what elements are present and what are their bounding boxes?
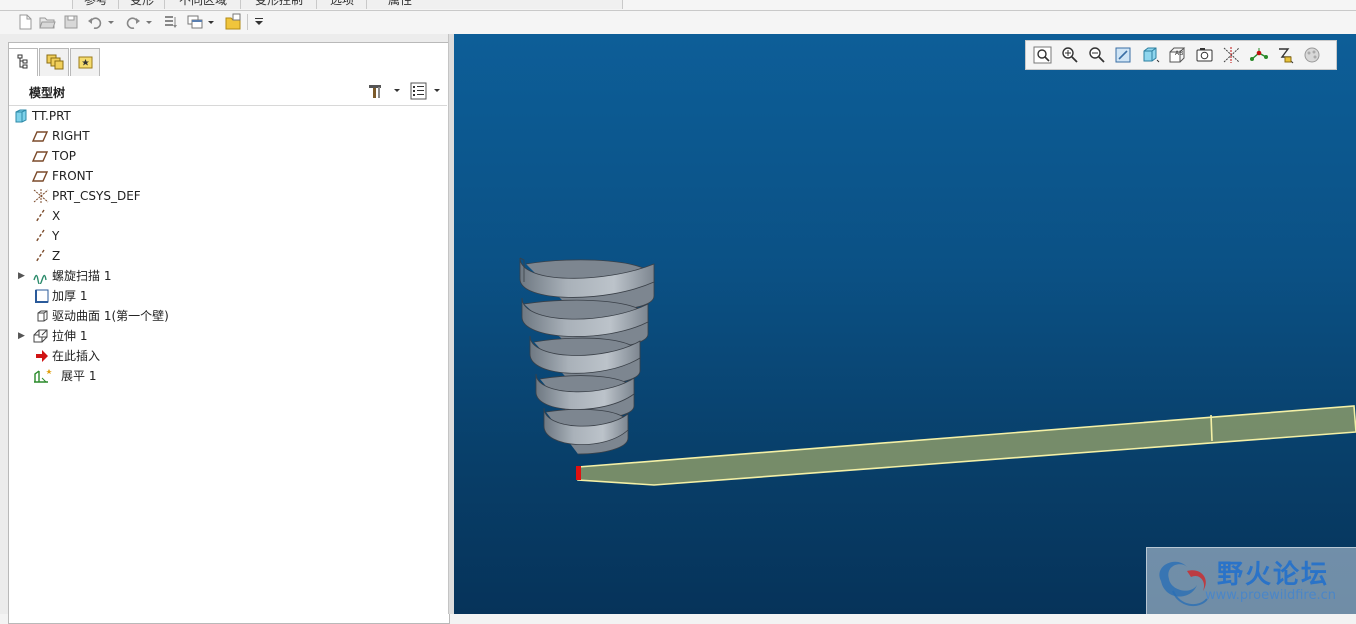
ribbon-tab-strip: 参考 变形 不同区域 变形控制 选项 属性	[0, 0, 1356, 11]
helical-sweep-icon	[32, 268, 48, 286]
favorites-tab[interactable]	[70, 48, 100, 76]
tree-item-label: FRONT	[52, 169, 93, 183]
tree-item-y[interactable]: Y	[9, 226, 447, 246]
forum-watermark: 野火论坛 www.proewildfire.cn	[1146, 547, 1356, 614]
watermark-title: 野火论坛	[1217, 560, 1330, 590]
customize-icon[interactable]	[252, 13, 266, 31]
regenerate-icon[interactable]	[162, 13, 180, 31]
datum-plane-icon	[31, 168, 49, 184]
tree-item-front[interactable]: FRONT	[9, 166, 447, 186]
tab-options[interactable]: 选项	[316, 0, 368, 9]
tree-item-helical-sweep[interactable]: ▶ 螺旋扫描 1	[9, 266, 447, 286]
part-icon	[13, 108, 29, 124]
tree-item-label: Y	[52, 229, 60, 243]
quick-access-toolbar	[0, 11, 1356, 34]
thicken-icon	[34, 288, 50, 304]
extrude-icon	[32, 328, 48, 344]
watermark-url: www.proewildfire.cn	[1205, 588, 1336, 603]
model-tree-title: 模型树	[29, 86, 66, 100]
datum-plane-icon	[31, 148, 49, 164]
tab-properties[interactable]: 属性	[366, 0, 434, 9]
toolbar-separator	[247, 14, 248, 30]
tree-item-thicken[interactable]: 加厚 1	[9, 286, 447, 306]
tree-item-label: TT.PRT	[32, 109, 71, 123]
tab-spacer	[432, 0, 623, 9]
tree-item-label: TOP	[52, 149, 77, 163]
watermark-logo-icon	[1159, 561, 1208, 607]
insert-here-icon	[34, 348, 50, 364]
tree-item-label: RIGHT	[52, 129, 90, 143]
tree-item-label: PRT_CSYS_DEF	[52, 189, 141, 203]
redo-icon[interactable]	[124, 13, 142, 31]
model-geometry	[519, 257, 1356, 486]
expand-arrow-icon[interactable]: ▶	[18, 326, 28, 346]
model-tree-header: 模型树	[9, 76, 447, 106]
tree-item-prt-csys-def[interactable]: PRT_CSYS_DEF	[9, 186, 447, 206]
tree-item-tt-prt[interactable]: TT.PRT	[9, 106, 447, 126]
tree-item-label: 加厚 1	[52, 289, 88, 303]
new-icon[interactable]	[16, 13, 34, 31]
tree-item-extrude[interactable]: ▶ 拉伸 1	[9, 326, 447, 346]
datum-axis-icon	[32, 228, 48, 244]
tree-item-label: 拉伸 1	[52, 329, 88, 343]
flatten-icon	[32, 368, 52, 384]
datum-plane-icon	[31, 128, 49, 144]
csys-icon	[32, 188, 49, 204]
undo-icon[interactable]	[86, 13, 104, 31]
open-icon[interactable]	[38, 13, 56, 31]
tree-item-top[interactable]: TOP	[9, 146, 447, 166]
tab-reference[interactable]: 参考	[72, 0, 120, 9]
tree-item-label: 驱动曲面 1(第一个壁)	[52, 309, 169, 323]
flat-pattern-strip[interactable]	[577, 405, 1356, 486]
save-icon[interactable]	[62, 13, 80, 31]
helical-strip[interactable]	[519, 257, 655, 455]
windows-dropdown-icon[interactable]	[206, 13, 216, 31]
driving-surface-icon	[34, 308, 50, 324]
tree-item-label: 展平 1	[61, 369, 97, 383]
model-tree-tab[interactable]	[8, 48, 38, 77]
tree-item-z[interactable]: Z	[9, 246, 447, 266]
tab-deform-control[interactable]: 变形控制	[240, 0, 318, 9]
selected-vertex-marker[interactable]	[576, 466, 581, 480]
tree-item-right[interactable]: RIGHT	[9, 126, 447, 146]
tree-item-label: X	[52, 209, 61, 223]
show-options-icon[interactable]	[409, 81, 445, 101]
tree-item-x[interactable]: X	[9, 206, 447, 226]
close-window-icon[interactable]	[224, 13, 242, 31]
redo-dropdown-icon[interactable]	[144, 13, 154, 31]
graphics-window[interactable]: AB 野火论坛 www.proewildfire.cn	[454, 34, 1356, 614]
tree-item-label: 在此插入	[52, 349, 101, 363]
datum-axis-icon	[32, 208, 48, 224]
datum-axis-icon	[32, 248, 48, 264]
tree-settings-icon[interactable]	[366, 81, 402, 101]
windows-icon[interactable]	[186, 13, 204, 31]
undo-dropdown-icon[interactable]	[106, 13, 116, 31]
tree-item-insert-here[interactable]: 在此插入	[9, 346, 447, 366]
layer-tree-tab[interactable]	[39, 48, 69, 76]
tree-item-label: Z	[52, 249, 61, 263]
tree-item-label: 螺旋扫描 1	[52, 269, 112, 283]
tab-deform[interactable]: 变形	[118, 0, 166, 9]
expand-arrow-icon[interactable]: ▶	[18, 266, 28, 286]
tab-different-regions[interactable]: 不同区域	[164, 0, 242, 9]
tree-item-flatten[interactable]: 展平 1	[9, 366, 447, 386]
tree-item-driving-surface[interactable]: 驱动曲面 1(第一个壁)	[9, 306, 447, 326]
